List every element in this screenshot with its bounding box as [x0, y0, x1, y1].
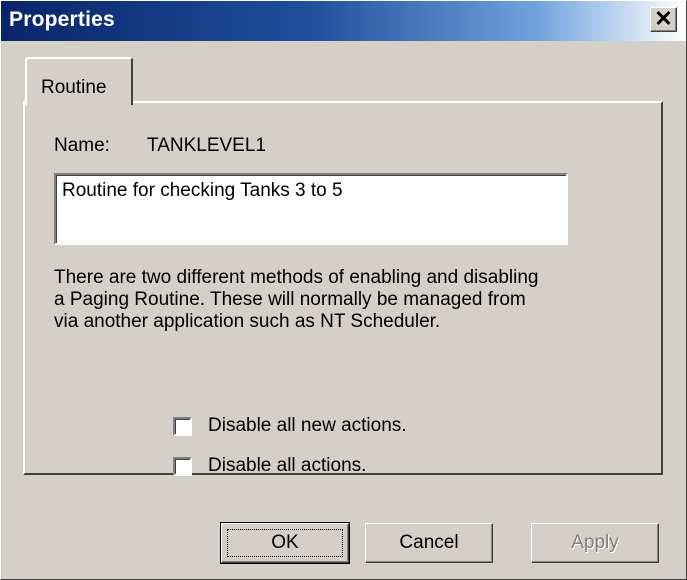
disable-new-actions-row[interactable]: Disable all new actions.: [173, 414, 407, 438]
description-field[interactable]: Routine for checking Tanks 3 to 5: [54, 173, 568, 245]
tab-routine-label: Routine: [41, 77, 107, 98]
disable-all-actions-row[interactable]: Disable all actions.: [173, 454, 366, 478]
cancel-button-label: Cancel: [399, 532, 459, 553]
apply-button: Apply: [531, 523, 659, 563]
properties-dialog: Properties ✕ Routine Name: TANKLEVEL1 Ro…: [0, 0, 687, 580]
apply-button-label: Apply: [571, 532, 619, 553]
tab-routine[interactable]: Routine: [25, 57, 133, 105]
disable-new-actions-label[interactable]: Disable all new actions.: [208, 415, 407, 437]
ok-button[interactable]: OK: [220, 522, 350, 564]
disable-new-actions-checkbox[interactable]: [173, 416, 192, 436]
name-label: Name:: [54, 135, 110, 156]
window-title: Properties: [9, 8, 115, 31]
close-button[interactable]: ✕: [650, 7, 677, 32]
title-bar[interactable]: Properties ✕: [1, 1, 686, 41]
close-icon: ✕: [654, 6, 673, 31]
focus-rectangle: [227, 529, 343, 557]
disable-all-actions-checkbox[interactable]: [173, 456, 192, 476]
info-text: There are two different methods of enabl…: [54, 267, 539, 332]
cancel-button[interactable]: Cancel: [365, 523, 493, 563]
disable-all-actions-label[interactable]: Disable all actions.: [208, 455, 366, 477]
routine-name-value: TANKLEVEL1: [147, 135, 266, 156]
